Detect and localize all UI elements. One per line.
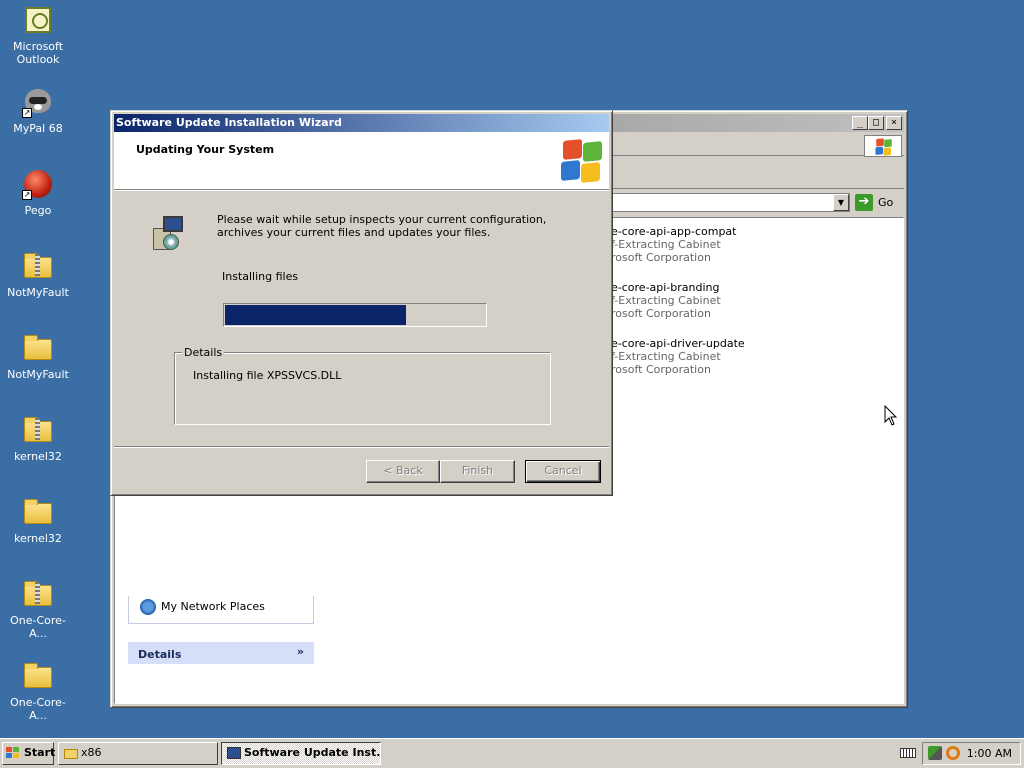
close-button[interactable]: × — [886, 116, 902, 130]
desktop-icon-kernel32-folder[interactable]: kernel32 — [0, 496, 76, 545]
desktop-icon-label: NotMyFault — [7, 368, 69, 381]
taskbar-item-label: x86 — [81, 746, 102, 759]
details-legend: Details — [182, 346, 225, 359]
windows-flag-icon — [555, 136, 603, 186]
file-item[interactable]: e-core-api-app-compat f-Extracting Cabin… — [611, 225, 811, 264]
desktop-icon-label: NotMyFault — [7, 286, 69, 299]
go-arrow-icon: ➔ — [855, 194, 873, 211]
desktop-icon-label: Microsoft Outlook — [12, 40, 64, 66]
desktop-icon-label: kernel32 — [14, 450, 62, 463]
search-icon[interactable] — [946, 746, 960, 760]
outlook-icon — [22, 4, 54, 36]
file-type: f-Extracting Cabinet — [611, 294, 721, 307]
go-label: Go — [878, 196, 894, 209]
mouse-cursor-icon — [884, 405, 898, 426]
desktop-icon-kernel32-zip[interactable]: kernel32 — [0, 414, 76, 463]
folder-icon — [22, 496, 54, 528]
file-item[interactable]: e-core-api-driver-update f-Extracting Ca… — [611, 337, 811, 376]
finish-button[interactable]: Finish — [440, 460, 515, 483]
file-item[interactable]: e-core-api-branding f-Extracting Cabinet… — [611, 281, 811, 320]
desktop-icon-label: One-Core-A... — [10, 614, 66, 640]
taskbar-item-software-update[interactable]: Software Update Inst... — [221, 742, 381, 765]
desktop-icon-label: MyPal 68 — [13, 122, 63, 135]
folder-icon — [22, 660, 54, 692]
mypal-icon: ↗ — [22, 86, 54, 118]
desktop-icon-notmyfault-zip[interactable]: NotMyFault — [0, 250, 76, 299]
divider — [114, 446, 609, 448]
desktop-icon-onecore-zip[interactable]: One-Core-A... — [0, 578, 76, 640]
go-button[interactable]: ➔ Go — [854, 193, 902, 212]
desktop-icon-outlook[interactable]: Microsoft Outlook — [0, 4, 76, 66]
taskbar-item-label: Software Update Inst... — [244, 746, 381, 759]
wizard-header: Updating Your System — [114, 132, 609, 191]
taskbar: Start x86 Software Update Inst... 1:00 A… — [0, 738, 1024, 768]
maximize-button[interactable]: □ — [868, 116, 884, 130]
details-groupbox: Details Installing file XPSSVCS.DLL — [174, 346, 551, 425]
file-company: rosoft Corporation — [611, 363, 711, 376]
start-button[interactable]: Start — [2, 742, 56, 765]
wizard-header-title: Updating Your System — [136, 143, 275, 156]
windows-logo-icon — [864, 135, 902, 157]
pego-icon: ↗ — [22, 168, 54, 200]
zip-folder-icon — [22, 250, 54, 282]
file-company: rosoft Corporation — [611, 307, 711, 320]
desktop-icon-label: One-Core-A... — [10, 696, 66, 722]
taskbar-item-x86[interactable]: x86 — [58, 742, 218, 765]
desktop-icon-label: kernel32 — [14, 532, 62, 545]
start-label: Start — [24, 746, 56, 759]
file-name: e-core-api-branding — [611, 281, 720, 294]
desktop-icon-pego[interactable]: ↗ Pego — [0, 168, 76, 217]
chevron-down-icon[interactable]: ▼ — [833, 194, 849, 211]
window-controls: _ □ × — [852, 116, 902, 130]
zip-folder-icon — [22, 578, 54, 610]
minimize-button[interactable]: _ — [852, 116, 868, 130]
chevron-down-icon[interactable]: » — [297, 645, 304, 658]
desktop-icon-onecore-folder[interactable]: One-Core-A... — [0, 660, 76, 722]
other-places-panel: My Network Places — [128, 596, 314, 624]
my-network-places-link[interactable]: My Network Places — [161, 600, 265, 613]
keyboard-icon[interactable] — [900, 748, 916, 758]
setup-icon — [226, 746, 242, 760]
file-company: rosoft Corporation — [611, 251, 711, 264]
folder-icon — [22, 332, 54, 364]
zip-folder-icon — [22, 414, 54, 446]
desktop-icon-mypal[interactable]: ↗ MyPal 68 — [0, 86, 76, 135]
file-name: e-core-api-app-compat — [611, 225, 737, 238]
details-panel-title: Details — [138, 648, 182, 661]
wizard-titlebar[interactable]: Software Update Installation Wizard — [114, 114, 609, 132]
folder-icon — [63, 746, 79, 760]
progress-fill — [225, 305, 407, 325]
desktop-icon-notmyfault-folder[interactable]: NotMyFault — [0, 332, 76, 381]
wizard-description: Please wait while setup inspects your cu… — [217, 213, 547, 239]
install-status-label: Installing files — [222, 270, 299, 283]
install-progress-bar — [223, 303, 487, 327]
desktop-icon-label: Pego — [24, 204, 52, 217]
cancel-button[interactable]: Cancel — [525, 460, 601, 483]
update-wizard-dialog[interactable]: Software Update Installation Wizard Upda… — [110, 110, 613, 496]
file-type: f-Extracting Cabinet — [611, 350, 721, 363]
details-text: Installing file XPSSVCS.DLL — [193, 369, 342, 382]
details-panel-header[interactable]: Details » — [128, 642, 314, 664]
network-status-icon[interactable] — [928, 746, 942, 760]
network-places-icon — [140, 599, 156, 615]
setup-icon — [151, 216, 185, 252]
file-name: e-core-api-driver-update — [611, 337, 745, 350]
system-tray: 1:00 AM — [922, 742, 1021, 765]
back-button[interactable]: < Back — [366, 460, 440, 483]
file-type: f-Extracting Cabinet — [611, 238, 721, 251]
clock[interactable]: 1:00 AM — [967, 747, 1012, 760]
windows-flag-icon — [6, 747, 21, 760]
